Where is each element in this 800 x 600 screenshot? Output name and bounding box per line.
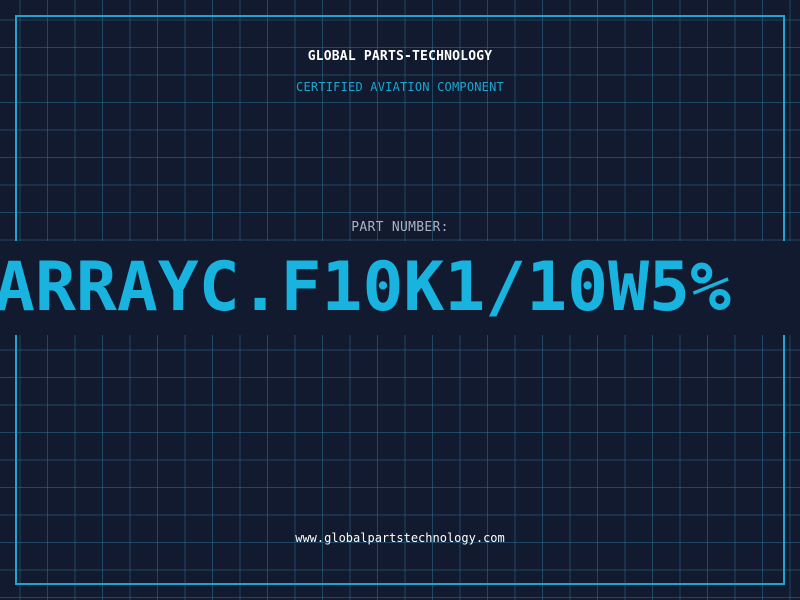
part-number-label: PART NUMBER:	[351, 220, 449, 235]
part-number-band: ARRAYC.F10K1/10W5%	[0, 241, 800, 335]
part-number-value: ARRAYC.F10K1/10W5%	[0, 248, 731, 327]
tagline: CERTIFIED AVIATION COMPONENT	[296, 80, 504, 94]
website-url: www.globalpartstechnology.com	[295, 531, 505, 545]
company-name: GLOBAL PARTS-TECHNOLOGY	[307, 49, 493, 64]
